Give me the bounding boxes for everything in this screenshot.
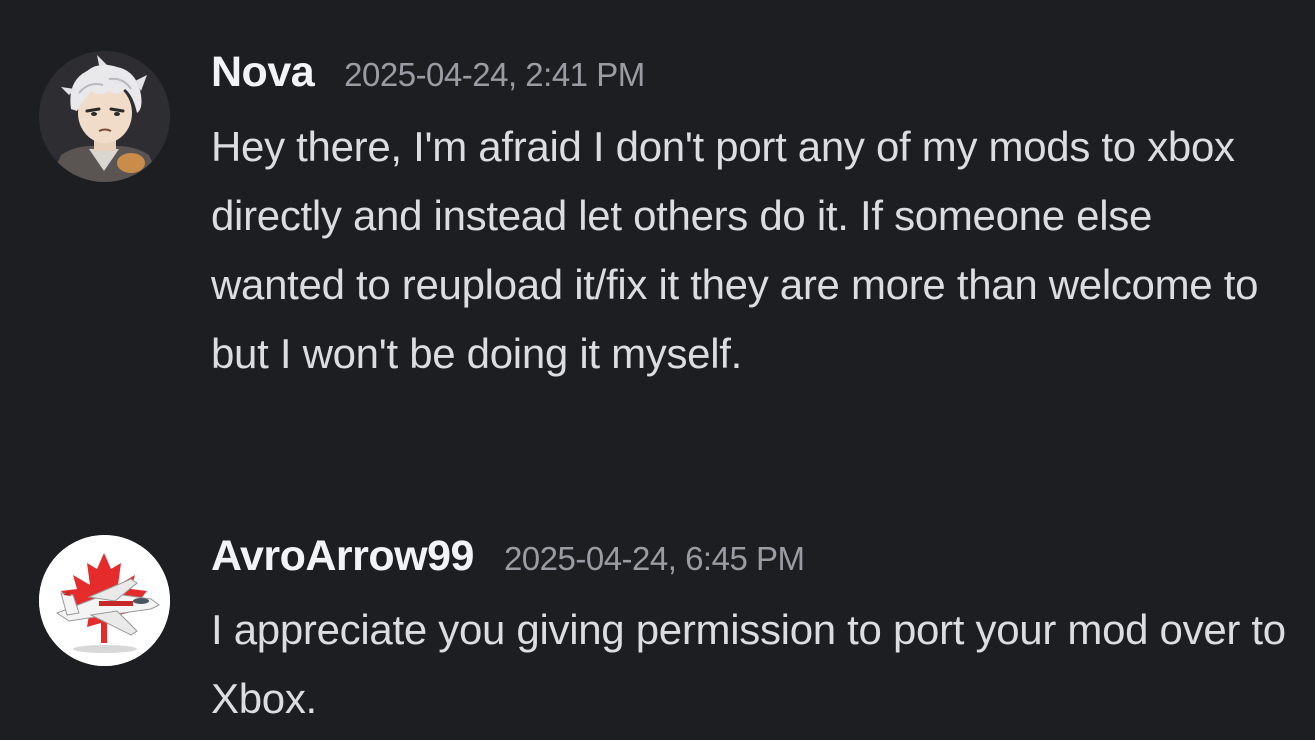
message-header: AvroArrow99 2025-04-24, 6:45 PM	[211, 532, 805, 588]
anime-character-avatar-icon	[39, 51, 170, 182]
avro-arrow-jet-maple-leaf-icon	[39, 535, 170, 666]
user-avatar[interactable]	[39, 51, 170, 182]
message-content: I appreciate you giving permission to po…	[211, 606, 1286, 722]
username[interactable]: AvroArrow99	[211, 532, 474, 581]
timestamp: 2025-04-24, 6:45 PM	[503, 540, 805, 577]
message-content: Hey there, I'm afraid I don't port any o…	[211, 123, 1259, 377]
username[interactable]: Nova	[211, 48, 315, 97]
user-avatar[interactable]	[39, 535, 170, 666]
timestamp: 2025-04-24, 2:41 PM	[344, 56, 645, 93]
message-header: Nova 2025-04-24, 2:41 PM	[211, 48, 645, 104]
